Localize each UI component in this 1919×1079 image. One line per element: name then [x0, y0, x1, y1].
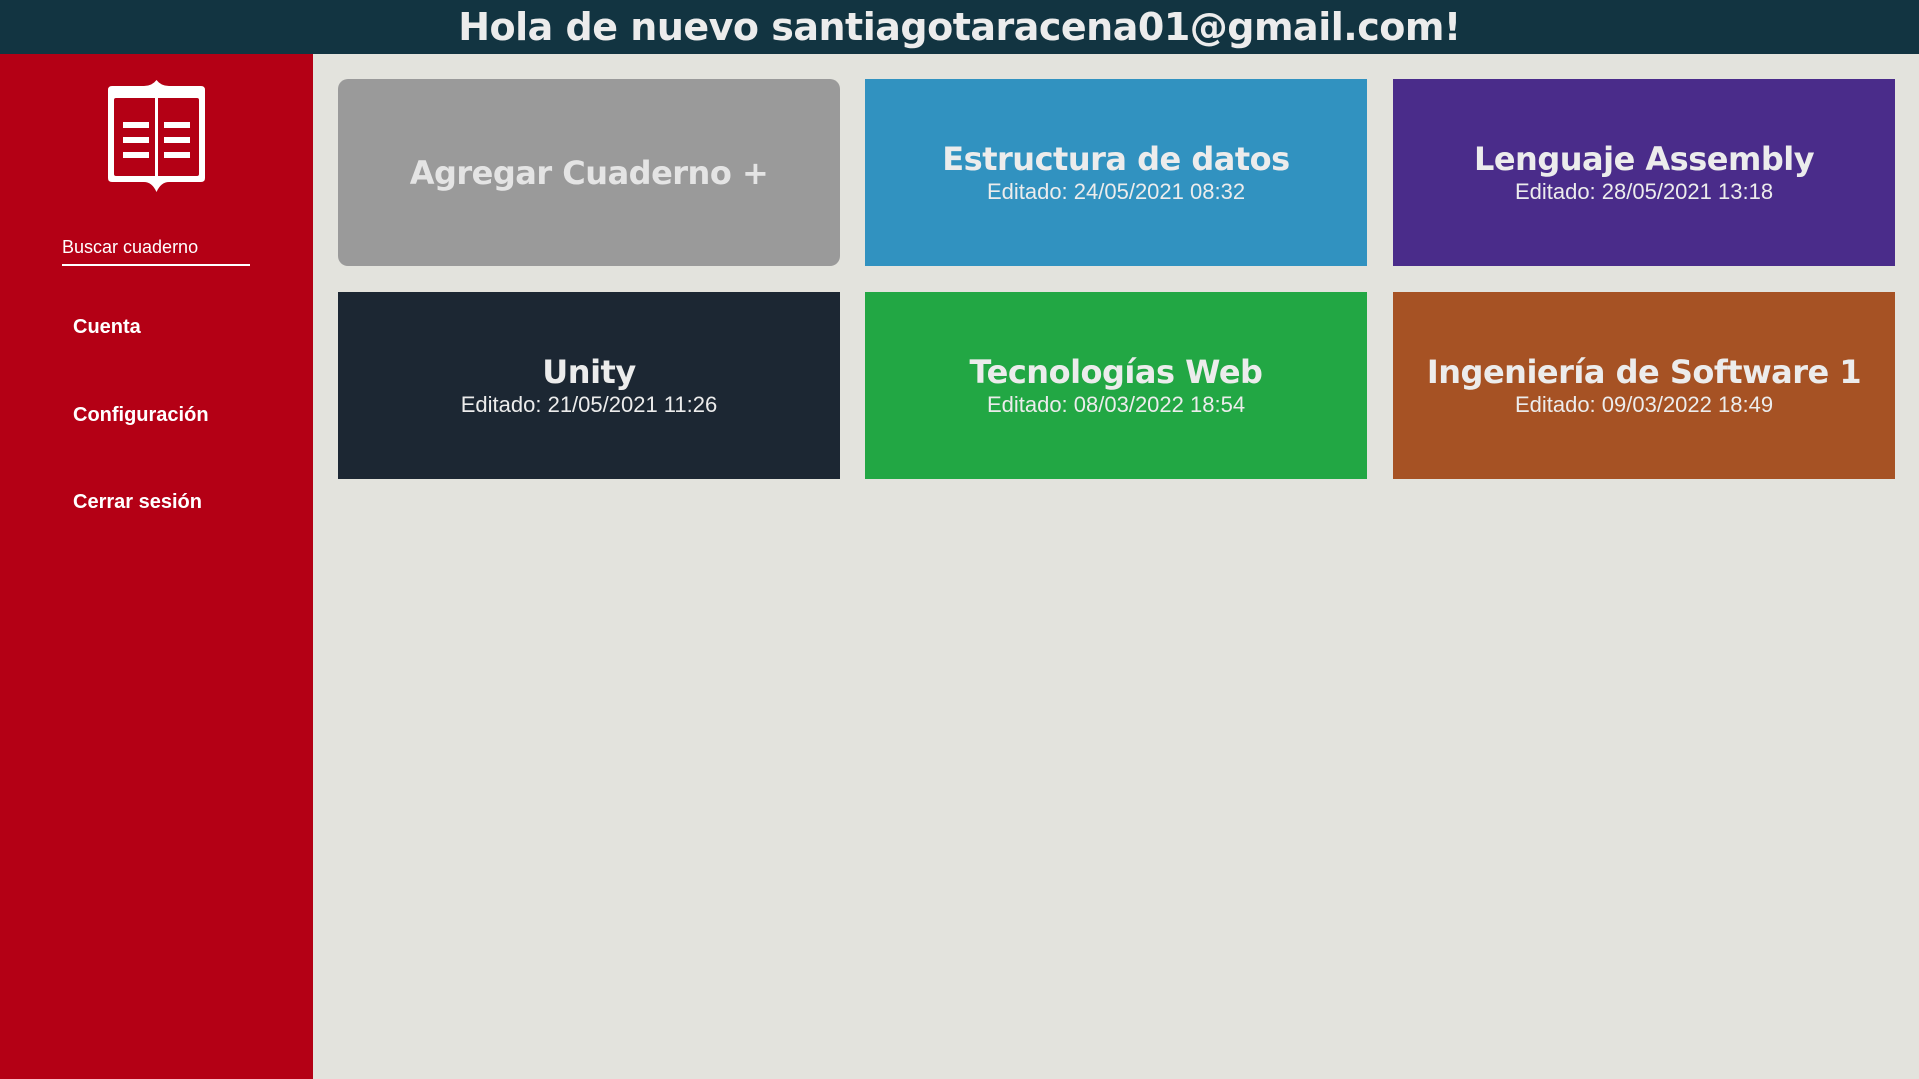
notebook-edited-date: Editado: 28/05/2021 13:18: [1514, 178, 1774, 204]
notebook-card[interactable]: Lenguaje Assembly Editado: 28/05/2021 13…: [1393, 79, 1895, 266]
notebook-edited-date: Editado: 21/05/2021 11:26: [460, 391, 718, 417]
notebook-card[interactable]: Estructura de datos Editado: 24/05/2021 …: [865, 79, 1367, 266]
sidebar-item-label: Configuración: [73, 404, 209, 426]
sidebar-item-configuracion[interactable]: Configuración: [73, 404, 209, 427]
sidebar: Cuenta Configuración Cerrar sesión: [0, 54, 313, 1079]
notebook-edited-date: Editado: 09/03/2022 18:49: [1514, 391, 1774, 417]
add-notebook-label: Agregar Cuaderno +: [409, 153, 769, 192]
notebook-edited-date: Editado: 08/03/2022 18:54: [986, 391, 1246, 417]
notebook-title: Ingeniería de Software 1: [1426, 352, 1862, 391]
notebook-card[interactable]: Ingeniería de Software 1 Editado: 09/03/…: [1393, 292, 1895, 479]
search-input[interactable]: [62, 230, 250, 266]
notebook-title: Tecnologías Web: [969, 352, 1263, 391]
notebook-card[interactable]: Unity Editado: 21/05/2021 11:26: [338, 292, 840, 479]
notebook-icon: [98, 80, 215, 202]
add-notebook-button[interactable]: Agregar Cuaderno +: [338, 79, 840, 266]
notebook-card[interactable]: Tecnologías Web Editado: 08/03/2022 18:5…: [865, 292, 1367, 479]
notebook-edited-date: Editado: 24/05/2021 08:32: [986, 178, 1246, 204]
sidebar-item-label: Cuenta: [73, 316, 141, 338]
notebook-title: Estructura de datos: [942, 139, 1290, 178]
top-header: Hola de nuevo santiagotaracena01@gmail.c…: [0, 0, 1919, 54]
sidebar-item-label: Cerrar sesión: [73, 491, 202, 513]
sidebar-item-cerrar-sesion[interactable]: Cerrar sesión: [73, 491, 202, 514]
sidebar-item-cuenta[interactable]: Cuenta: [73, 316, 141, 339]
greeting-title: Hola de nuevo santiagotaracena01@gmail.c…: [458, 5, 1461, 49]
notebook-title: Unity: [542, 352, 636, 391]
notebook-title: Lenguaje Assembly: [1473, 139, 1815, 178]
